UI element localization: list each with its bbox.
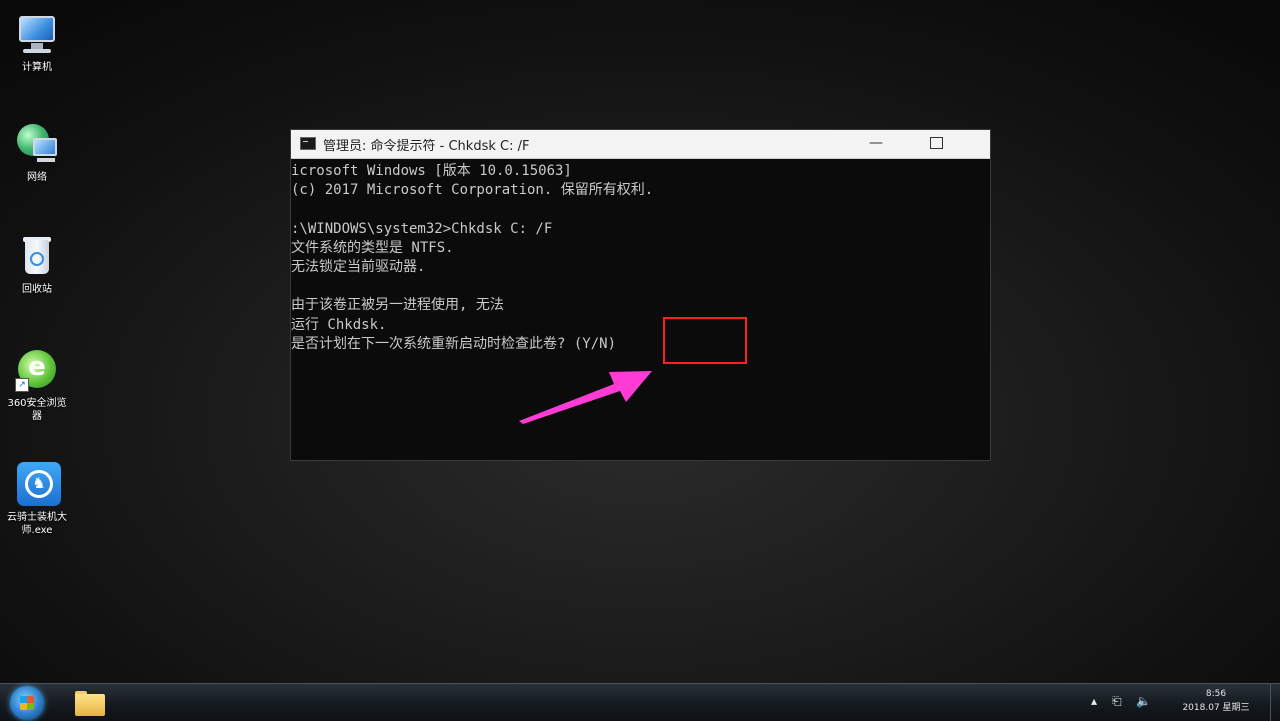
console-output[interactable]: icrosoft Windows [版本 10.0.15063] (c) 201…: [291, 160, 990, 460]
clock-date: 2018.07 星期三: [1182, 703, 1250, 713]
desktop-icon-label: 计算机: [22, 62, 52, 73]
minimize-button[interactable]: —: [853, 130, 899, 158]
console-line: (c) 2017 Microsoft Corporation. 保留所有权利.: [291, 182, 654, 198]
browser-360-icon: e ↗: [13, 346, 61, 394]
clock[interactable]: 8:56 2018.07 星期三: [1168, 687, 1264, 715]
title-bar[interactable]: 管理员: 命令提示符 - Chkdsk C: /F —: [291, 130, 990, 159]
console-line: 无法锁定当前驱动器.: [291, 259, 426, 275]
computer-icon: [13, 10, 61, 58]
recycle-bin-icon: [13, 232, 61, 280]
desktop-icon-label: 云骑士装机大师.exe: [7, 512, 67, 536]
console-line: 文件系统的类型是 NTFS.: [291, 240, 454, 256]
network-icon: [13, 120, 61, 168]
windows-logo-icon: [20, 696, 34, 710]
network-status-icon[interactable]: ⎗: [1112, 694, 1122, 709]
show-desktop-button[interactable]: [1270, 684, 1280, 721]
desktop-icon-label: 回收站: [22, 284, 52, 295]
desktop-icon-recycle-bin[interactable]: 回收站: [4, 232, 70, 296]
taskbar: ▴ ⎗ 🔈 8:56 2018.07 星期三: [0, 683, 1280, 721]
yn-highlight-box: [663, 317, 747, 364]
desktop-icon-label: 360安全浏览器: [7, 398, 67, 422]
window-title: 管理员: 命令提示符 - Chkdsk C: /F: [323, 139, 530, 154]
cloud-knight-icon: ♞: [13, 460, 61, 508]
start-button[interactable]: [10, 686, 44, 720]
console-line: 运行 Chkdsk.: [291, 317, 387, 333]
taskbar-explorer-button[interactable]: [72, 688, 108, 718]
desktop-icon-network[interactable]: 网络: [4, 120, 70, 184]
console-line: icrosoft Windows [版本 10.0.15063]: [291, 163, 572, 179]
console-line: 由于该卷正被另一进程使用, 无法: [291, 297, 504, 313]
console-icon: [300, 137, 316, 150]
desktop-icon-360-browser[interactable]: e ↗ 360安全浏览器: [4, 346, 70, 423]
cmd-window[interactable]: 管理员: 命令提示符 - Chkdsk C: /F — icrosoft Win…: [291, 130, 990, 460]
maximize-icon: [929, 137, 943, 149]
maximize-button[interactable]: [913, 130, 959, 158]
desktop-icon-label: 网络: [27, 172, 47, 183]
console-line: :\WINDOWS\system32>Chkdsk C: /F: [291, 221, 553, 237]
desktop-icon-cloud-knight[interactable]: ♞ 云骑士装机大师.exe: [4, 460, 70, 537]
clock-time: 8:56: [1205, 689, 1227, 699]
folder-icon: [75, 694, 105, 716]
desktop-icon-computer[interactable]: 计算机: [4, 10, 70, 74]
console-line: 是否计划在下一次系统重新启动时检查此卷? (Y/N): [291, 336, 616, 352]
volume-icon[interactable]: 🔈: [1136, 694, 1151, 708]
arrow-up-icon[interactable]: ▴: [1091, 694, 1097, 708]
